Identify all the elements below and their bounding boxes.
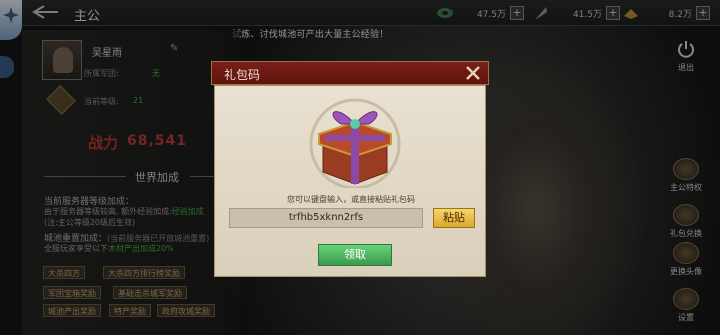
dialog-title: 礼包码 xyxy=(224,68,261,82)
dialog-header: 礼包码 xyxy=(211,61,489,85)
input-hint: 您可以键盘输入，或直接粘贴礼包码 xyxy=(287,195,415,204)
paste-button[interactable]: 粘贴 xyxy=(433,208,475,228)
claim-button[interactable]: 领取 xyxy=(318,244,392,266)
gift-code-dialog: 礼包码 您可以键盘输入，或直接粘贴礼包码 trfhb5xknn2rfs 粘贴 领… xyxy=(211,61,489,277)
dialog-body: 您可以键盘输入，或直接粘贴礼包码 trfhb5xknn2rfs 粘贴 领取 xyxy=(214,85,486,277)
gift-code-input[interactable]: trfhb5xknn2rfs xyxy=(229,208,423,228)
gift-box-icon xyxy=(305,94,405,190)
close-icon[interactable] xyxy=(464,64,482,82)
